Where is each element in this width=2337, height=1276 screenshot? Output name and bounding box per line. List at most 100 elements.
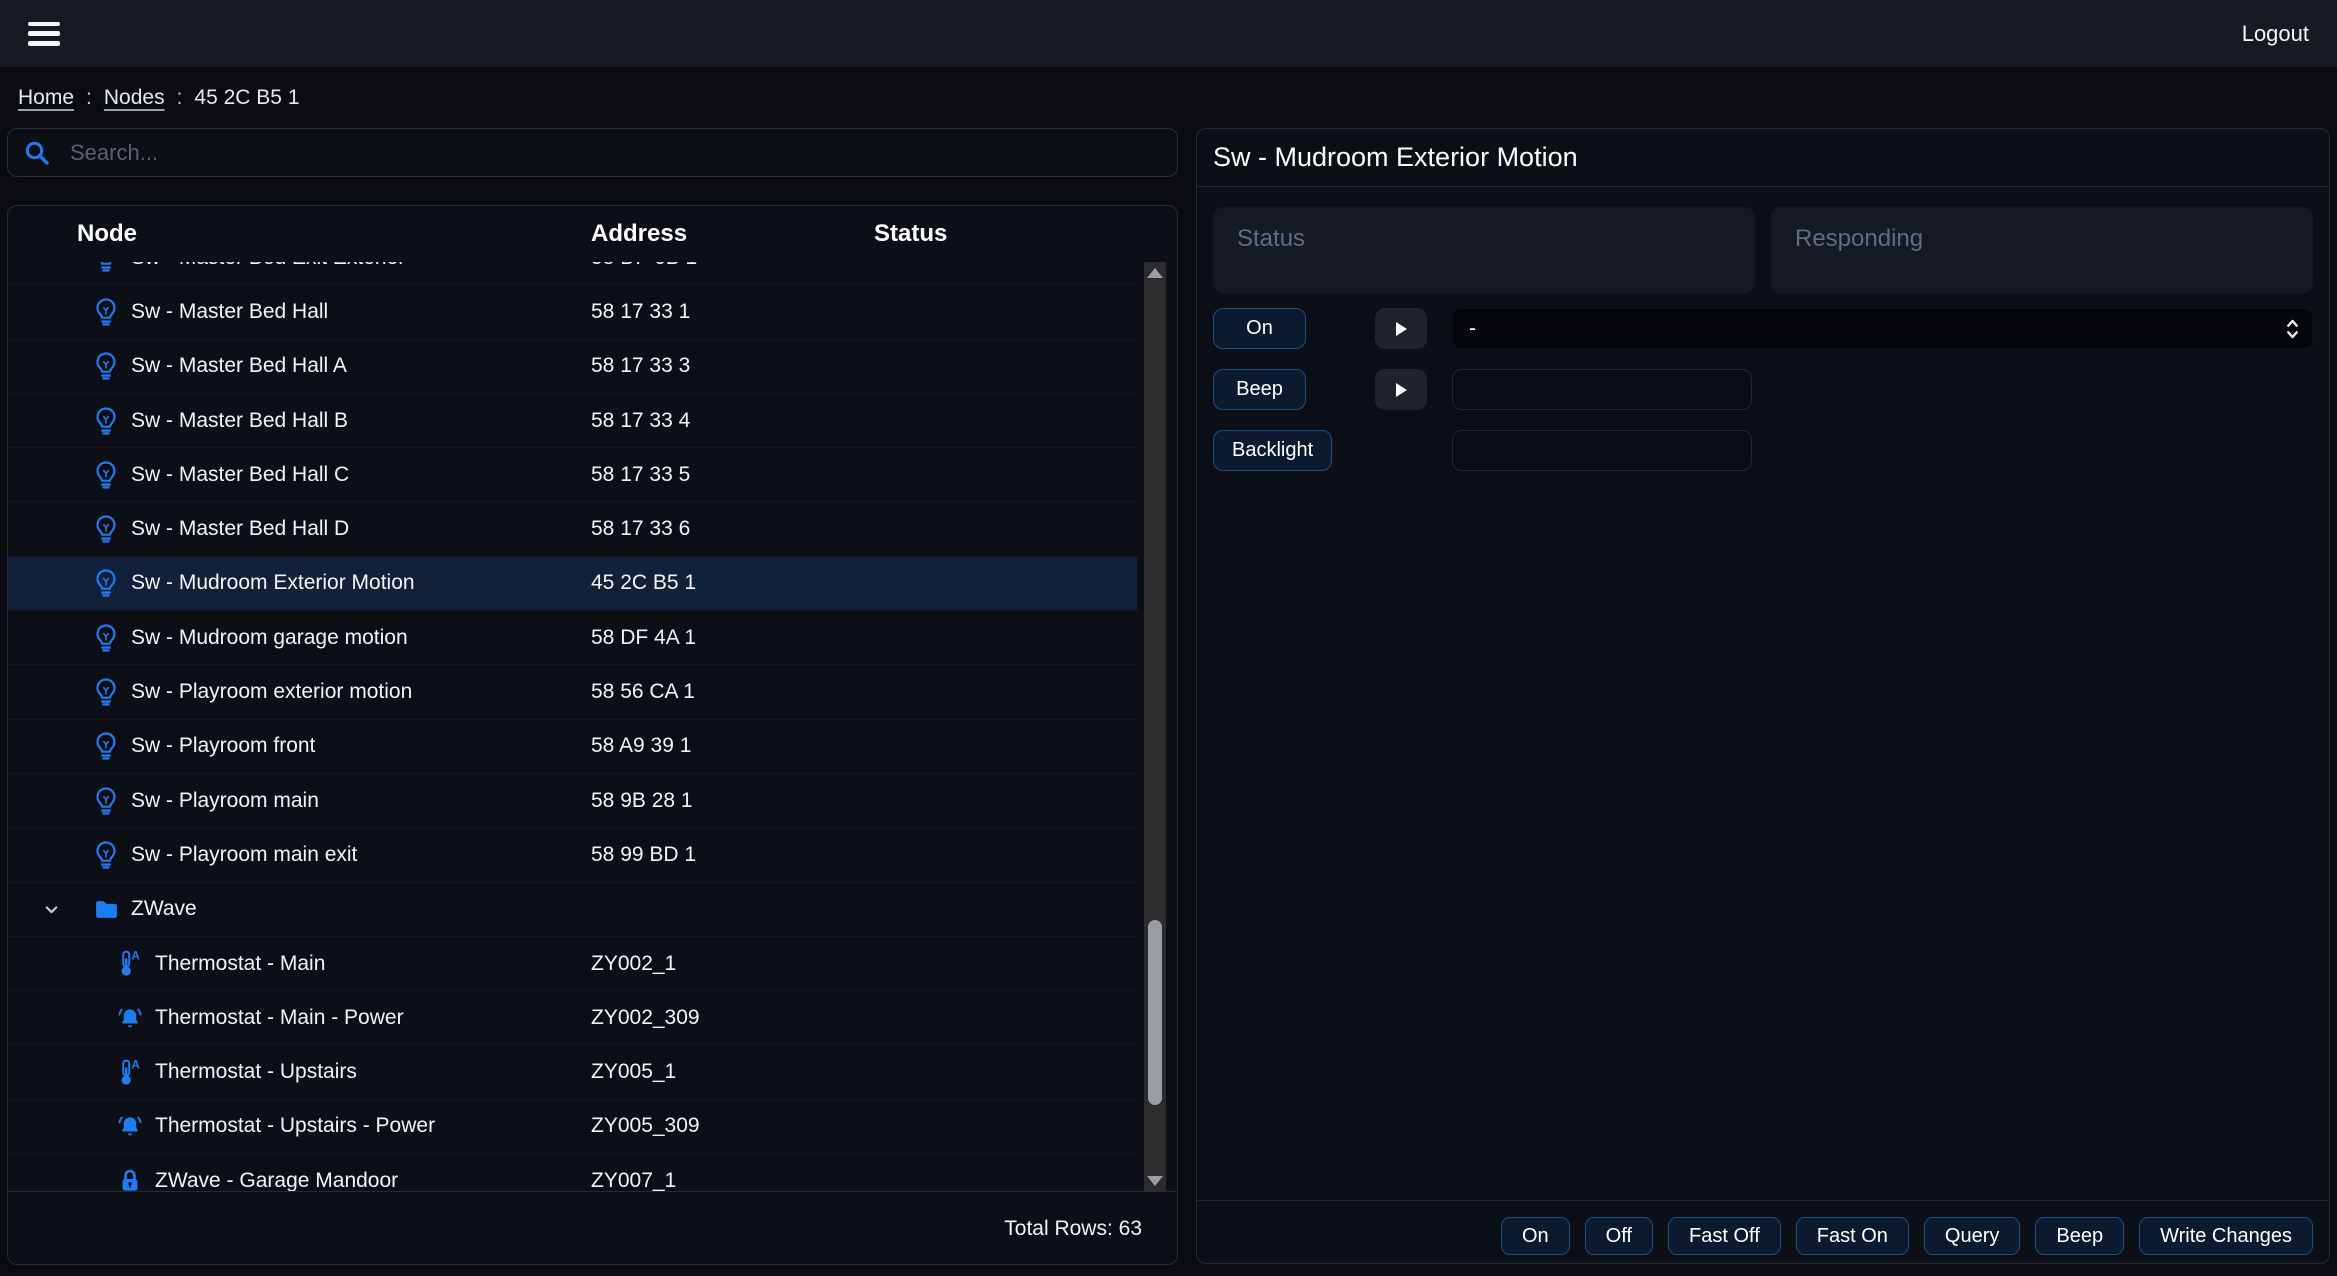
command-controls: On - Beep Backlight (1213, 308, 2313, 471)
node-name: Sw - Mudroom garage motion (131, 626, 408, 650)
lightbulb-icon (93, 732, 119, 760)
node-address: 58 17 33 1 (591, 300, 874, 324)
action-button-beep[interactable]: Beep (2035, 1217, 2124, 1255)
table-row[interactable]: Thermostat - Main - Power ZY002_309 (8, 991, 1137, 1045)
node-name: Sw - Mudroom Exterior Motion (131, 571, 415, 595)
table-row[interactable]: Sw - Playroom main exit 58 99 BD 1 (8, 828, 1137, 882)
run-command-button[interactable] (1375, 369, 1427, 410)
lightbulb-icon (93, 841, 119, 869)
table-row[interactable]: Sw - Master Bed Hall A 58 17 33 3 (8, 340, 1137, 394)
status-card: Status (1213, 207, 1755, 293)
table-row[interactable]: Thermostat - Upstairs - Power ZY005_309 (8, 1100, 1137, 1154)
action-button-fast-on[interactable]: Fast On (1796, 1217, 1909, 1255)
table-row[interactable]: Sw - Playroom exterior motion 58 56 CA 1 (8, 665, 1137, 719)
table-row[interactable]: A Thermostat - Upstairs ZY005_1 (8, 1045, 1137, 1099)
backlight-value-input[interactable] (1452, 430, 1752, 471)
node-name: ZWave - Garage Mandoor (155, 1169, 398, 1192)
table-rows: Sw - Master Bed Exit Exterior 58 DF 6B 1… (8, 262, 1137, 1192)
node-name: Sw - Master Bed Exit Exterior (131, 262, 405, 270)
backlight-command-button[interactable]: Backlight (1213, 430, 1332, 471)
table-row[interactable]: A Thermostat - Main ZY002_1 (8, 937, 1137, 991)
node-address: ZY002_1 (591, 952, 874, 976)
scrollbar-thumb[interactable] (1148, 920, 1162, 1105)
table-row[interactable]: Sw - Master Bed Hall C 58 17 33 5 (8, 448, 1137, 502)
status-cards: Status Responding (1213, 207, 2313, 293)
lock-icon (117, 1168, 143, 1192)
detail-body: Status Responding On - Beep Backlight (1197, 187, 2329, 1200)
node-address: ZY007_1 (591, 1169, 874, 1192)
table-footer: Total Rows: 63 (8, 1192, 1177, 1265)
search-box (7, 128, 1178, 177)
lightbulb-icon (93, 461, 119, 489)
lightbulb-icon (93, 298, 119, 326)
table-row[interactable]: Sw - Master Bed Exit Exterior 58 DF 6B 1 (8, 262, 1137, 285)
node-address: 58 56 CA 1 (591, 680, 874, 704)
table-row[interactable]: Sw - Playroom front 58 A9 39 1 (8, 720, 1137, 774)
column-header-address: Address (591, 220, 874, 248)
action-button-on[interactable]: On (1501, 1217, 1570, 1255)
scroll-down-arrow-icon[interactable] (1147, 1176, 1163, 1186)
node-address: 58 17 33 6 (591, 517, 874, 541)
node-name: Sw - Master Bed Hall D (131, 517, 349, 541)
breadcrumb-separator: : (177, 86, 183, 110)
svg-text:A: A (131, 1059, 139, 1071)
breadcrumb-item-nodes[interactable]: Nodes (104, 86, 165, 110)
node-name: Thermostat - Main (155, 952, 325, 976)
table-row[interactable]: ZWave (8, 883, 1137, 937)
action-button-fast-off[interactable]: Fast Off (1668, 1217, 1781, 1255)
table-row[interactable]: Sw - Mudroom garage motion 58 DF 4A 1 (8, 611, 1137, 665)
run-command-button[interactable] (1375, 308, 1427, 349)
main-content: Node Address Status Sw - Master Bed Exit… (0, 128, 2337, 1265)
total-rows-label: Total Rows: 63 (1004, 1217, 1142, 1241)
node-address: 58 17 33 5 (591, 463, 874, 487)
node-address: ZY005_1 (591, 1060, 874, 1084)
beep-command-button[interactable]: Beep (1213, 369, 1306, 410)
status-card-label: Status (1237, 225, 1731, 253)
logout-button[interactable]: Logout (2242, 21, 2309, 47)
node-address: 58 DF 6B 1 (591, 262, 874, 270)
hamburger-menu-icon[interactable] (28, 22, 60, 46)
node-name: Sw - Playroom front (131, 734, 315, 758)
action-button-write-changes[interactable]: Write Changes (2139, 1217, 2313, 1255)
table-row[interactable]: ZWave - Garage Mandoor ZY007_1 (8, 1154, 1137, 1192)
action-bar: On Off Fast Off Fast On Query Beep Write Chang… (1197, 1200, 2329, 1263)
node-name: Thermostat - Main - Power (155, 1006, 404, 1030)
select-stepper-icon (2285, 317, 2300, 341)
table-row[interactable]: Sw - Master Bed Hall B 58 17 33 4 (8, 394, 1137, 448)
action-button-off[interactable]: Off (1585, 1217, 1653, 1255)
bell-icon (117, 1005, 143, 1031)
node-list-column: Node Address Status Sw - Master Bed Exit… (7, 128, 1178, 1265)
on-command-button[interactable]: On (1213, 308, 1306, 349)
detail-title: Sw - Mudroom Exterior Motion (1197, 129, 2329, 187)
responding-card: Responding (1771, 207, 2313, 293)
table-row[interactable]: Sw - Master Bed Hall D 58 17 33 6 (8, 502, 1137, 556)
node-name: ZWave (131, 897, 197, 921)
node-address: ZY005_309 (591, 1114, 874, 1138)
table-header: Node Address Status (8, 206, 1177, 262)
chevron-down-icon[interactable] (43, 901, 93, 918)
command-row: On - (1213, 308, 2313, 349)
scroll-up-arrow-icon[interactable] (1147, 268, 1163, 278)
column-header-node: Node (8, 220, 591, 248)
play-icon (1393, 381, 1409, 399)
search-input[interactable] (70, 140, 1161, 166)
command-value-select[interactable]: - (1452, 308, 2313, 349)
beep-value-input[interactable] (1452, 369, 1752, 410)
table-row[interactable]: Sw - Mudroom Exterior Motion 45 2C B5 1 (8, 557, 1137, 611)
node-address: 58 DF 4A 1 (591, 626, 874, 650)
breadcrumb-item-home[interactable]: Home (18, 86, 74, 110)
node-address: 58 99 BD 1 (591, 843, 874, 867)
table-row[interactable]: Sw - Master Bed Hall 58 17 33 1 (8, 285, 1137, 339)
vertical-scrollbar[interactable] (1144, 262, 1166, 1192)
responding-card-label: Responding (1795, 225, 2289, 253)
breadcrumb: Home:Nodes:45 2C B5 1 (0, 67, 2337, 128)
action-button-query[interactable]: Query (1924, 1217, 2020, 1255)
node-address: 58 9B 28 1 (591, 789, 874, 813)
lightbulb-icon (93, 515, 119, 543)
table-row[interactable]: Sw - Playroom main 58 9B 28 1 (8, 774, 1137, 828)
play-icon (1393, 320, 1409, 338)
folder-icon (93, 899, 119, 920)
node-address: 58 17 33 3 (591, 354, 874, 378)
node-address: ZY002_309 (591, 1006, 874, 1030)
node-address: 45 2C B5 1 (591, 571, 874, 595)
